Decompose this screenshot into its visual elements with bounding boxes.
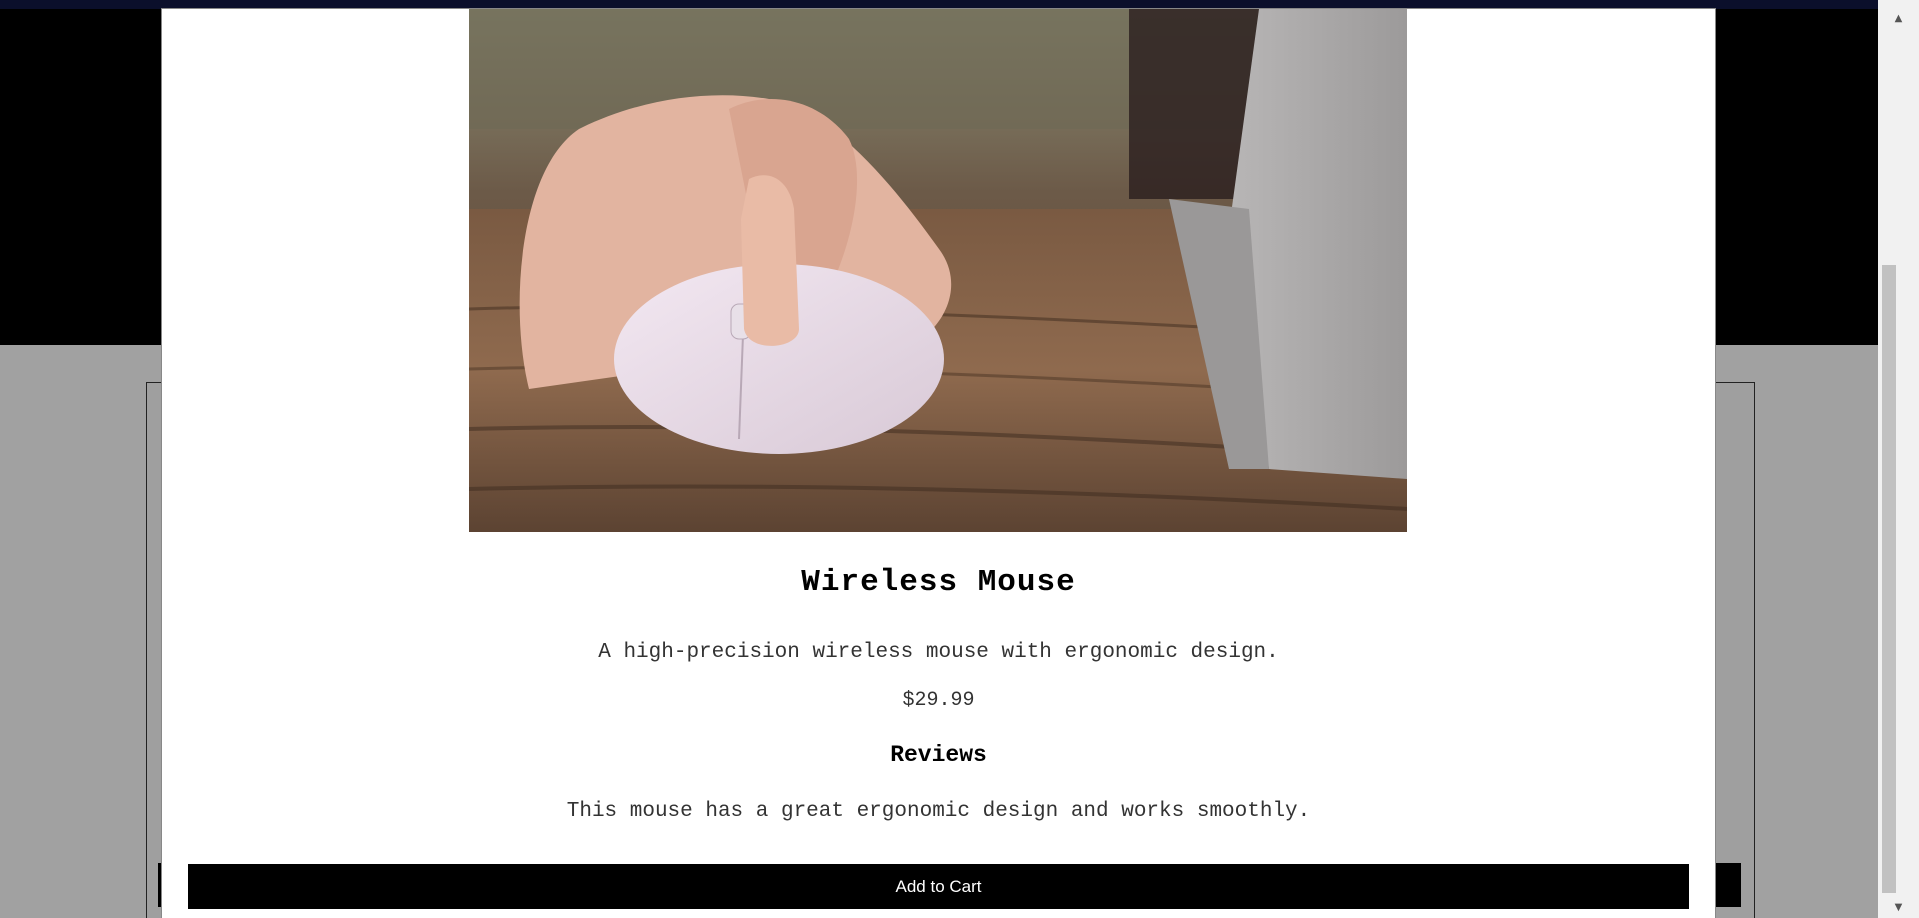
product-price: $29.99: [902, 689, 975, 712]
product-title: Wireless Mouse: [801, 565, 1076, 600]
scroll-thumb[interactable]: [1882, 265, 1896, 893]
scroll-up-arrow-icon[interactable]: ▲: [1878, 9, 1919, 27]
product-description: A high-precision wireless mouse with erg…: [598, 641, 1279, 664]
vertical-scrollbar[interactable]: ▲ ▼: [1878, 0, 1919, 918]
product-modal: Wireless Mouse A high-precision wireless…: [162, 9, 1715, 918]
scroll-down-arrow-icon[interactable]: ▼: [1878, 898, 1919, 916]
add-to-cart-button[interactable]: Add to Cart: [188, 864, 1689, 909]
reviews-heading: Reviews: [890, 742, 987, 768]
browser-top-strip: [0, 0, 1878, 9]
review-item: This mouse has a great ergonomic design …: [566, 800, 1311, 823]
product-image: [469, 9, 1407, 532]
mouse-product-photo: [469, 9, 1407, 532]
